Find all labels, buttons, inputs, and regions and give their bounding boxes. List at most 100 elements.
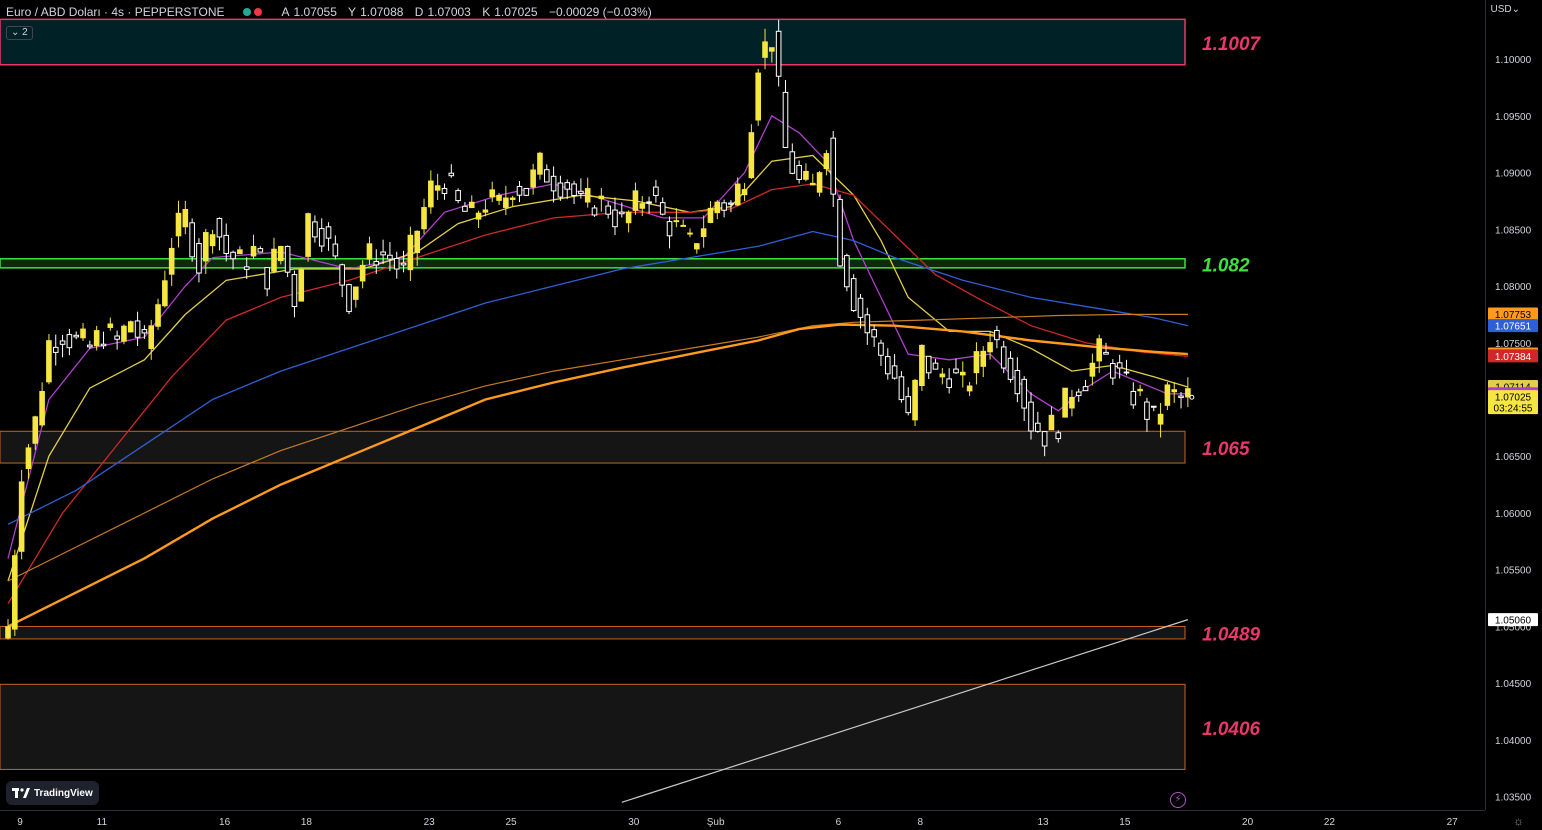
zone-label-3: 1.0489	[1202, 625, 1261, 646]
x-tick-label: 9	[17, 817, 23, 828]
candle-body	[796, 165, 802, 180]
candle-body	[1028, 401, 1034, 432]
zone-box-0[interactable]	[0, 18, 1186, 66]
candle-body	[52, 346, 59, 353]
price-badge-text: 1.07025	[1495, 393, 1532, 404]
candle-body	[591, 207, 598, 216]
price-badge-1: 1.07651	[1488, 319, 1538, 333]
x-tick-label: 15	[1119, 817, 1131, 828]
tradingview-logo[interactable]: TradingView	[6, 781, 99, 805]
candle-body	[980, 350, 987, 367]
indicator-toggle-button[interactable]: ⌄ 2	[6, 26, 33, 40]
candle-body	[230, 251, 236, 260]
candle-body	[141, 329, 148, 334]
candle-body	[653, 186, 659, 196]
candle-body	[973, 351, 980, 374]
candle-body	[1069, 396, 1075, 409]
candle-body	[32, 416, 39, 444]
x-tick-label: 11	[97, 817, 108, 828]
candle-body	[612, 209, 618, 228]
candle-body	[884, 356, 891, 375]
candle-body	[939, 373, 946, 378]
candle-body	[1164, 384, 1171, 406]
chart-canvas[interactable]: 1.1007 1.082 1.065 1.0489 1.0406 1.10000 1.095…	[0, 0, 1542, 830]
price-badge-0: 1.07753	[1488, 307, 1538, 321]
price-badge-text: 1.05060	[1495, 616, 1532, 627]
zone-box-2[interactable]	[0, 430, 1186, 464]
candle-body	[673, 220, 680, 223]
candle-body	[809, 182, 816, 186]
candle-body	[1021, 378, 1027, 409]
candle-body	[59, 340, 66, 345]
zone-box-1[interactable]	[0, 258, 1186, 269]
candle-body	[755, 72, 762, 121]
close-label: K	[482, 5, 491, 19]
candle-body	[455, 190, 461, 202]
candle-body	[127, 321, 134, 333]
candle-body	[1089, 362, 1096, 377]
candle-body	[1144, 401, 1150, 420]
candle-body	[25, 447, 32, 469]
candle-body	[1048, 414, 1055, 431]
candle-body	[898, 376, 905, 401]
candle-body	[134, 320, 141, 338]
candle-body	[1007, 357, 1014, 380]
market-status	[242, 8, 262, 16]
candle-body	[216, 218, 223, 238]
ohlc-values: A 1.07055 Y 1.07088 D 1.07003 K 1.07025 −0.0…	[282, 5, 656, 19]
candle-body	[278, 246, 284, 262]
zone-box-3[interactable]	[0, 625, 1186, 640]
candle-body	[468, 201, 475, 209]
logo-text: TradingView	[34, 787, 93, 799]
candle-body	[223, 234, 230, 254]
candle-body	[550, 175, 557, 192]
candle-body	[584, 188, 591, 203]
candle-body	[373, 261, 380, 266]
candle-body	[960, 371, 966, 376]
candle-body	[816, 172, 823, 193]
lightning-icon[interactable]: ⚡	[1170, 792, 1186, 808]
candle-body	[196, 243, 202, 274]
x-tick-label: 13	[1037, 817, 1049, 828]
candle-body	[1137, 388, 1143, 392]
currency-selector[interactable]: USD⌄	[1491, 4, 1521, 15]
candle-body	[659, 202, 666, 215]
candle-body	[694, 243, 700, 250]
candle-body	[953, 368, 959, 374]
symbol-label[interactable]: Euro / ABD Doları · 4s · PEPPERSTONE	[6, 5, 225, 19]
zone-box-4[interactable]	[0, 683, 1186, 770]
x-tick-label: 22	[1324, 817, 1336, 828]
candle-body	[1157, 413, 1164, 425]
low-value: 1.07003	[427, 5, 471, 19]
candle-body	[421, 207, 427, 230]
gear-icon[interactable]: ☼	[1513, 814, 1524, 828]
candle-body	[680, 224, 686, 227]
candle-body	[80, 328, 86, 339]
candle-body	[339, 264, 345, 286]
y-tick-label: 1.09000	[1495, 169, 1532, 180]
candle-body	[871, 329, 877, 338]
candle-body	[509, 197, 516, 200]
candle-body	[148, 325, 155, 349]
x-tick-label: 16	[219, 817, 231, 828]
price-badge-countdown: 03:24:55	[1494, 404, 1533, 415]
candle-body	[707, 207, 714, 223]
candle-body	[155, 304, 161, 327]
candle-body	[243, 266, 250, 270]
candle-body	[1014, 370, 1021, 395]
candle-body	[189, 222, 195, 258]
candle-body	[1116, 362, 1123, 369]
candle-body	[523, 187, 530, 196]
y-tick-label: 1.05500	[1495, 566, 1532, 577]
candle-body	[762, 41, 768, 58]
candle-body	[994, 329, 1000, 341]
change-value: −0.00029 (−0.03%)	[548, 5, 652, 19]
x-tick-label: Şub	[707, 817, 725, 828]
candle-body	[475, 212, 482, 220]
x-tick-label: 25	[505, 817, 517, 828]
x-tick-label: 27	[1447, 817, 1459, 828]
candle-body	[5, 626, 11, 639]
y-tick-label: 1.10000	[1495, 55, 1532, 66]
candle-body	[87, 344, 93, 348]
candle-body	[1000, 346, 1007, 369]
